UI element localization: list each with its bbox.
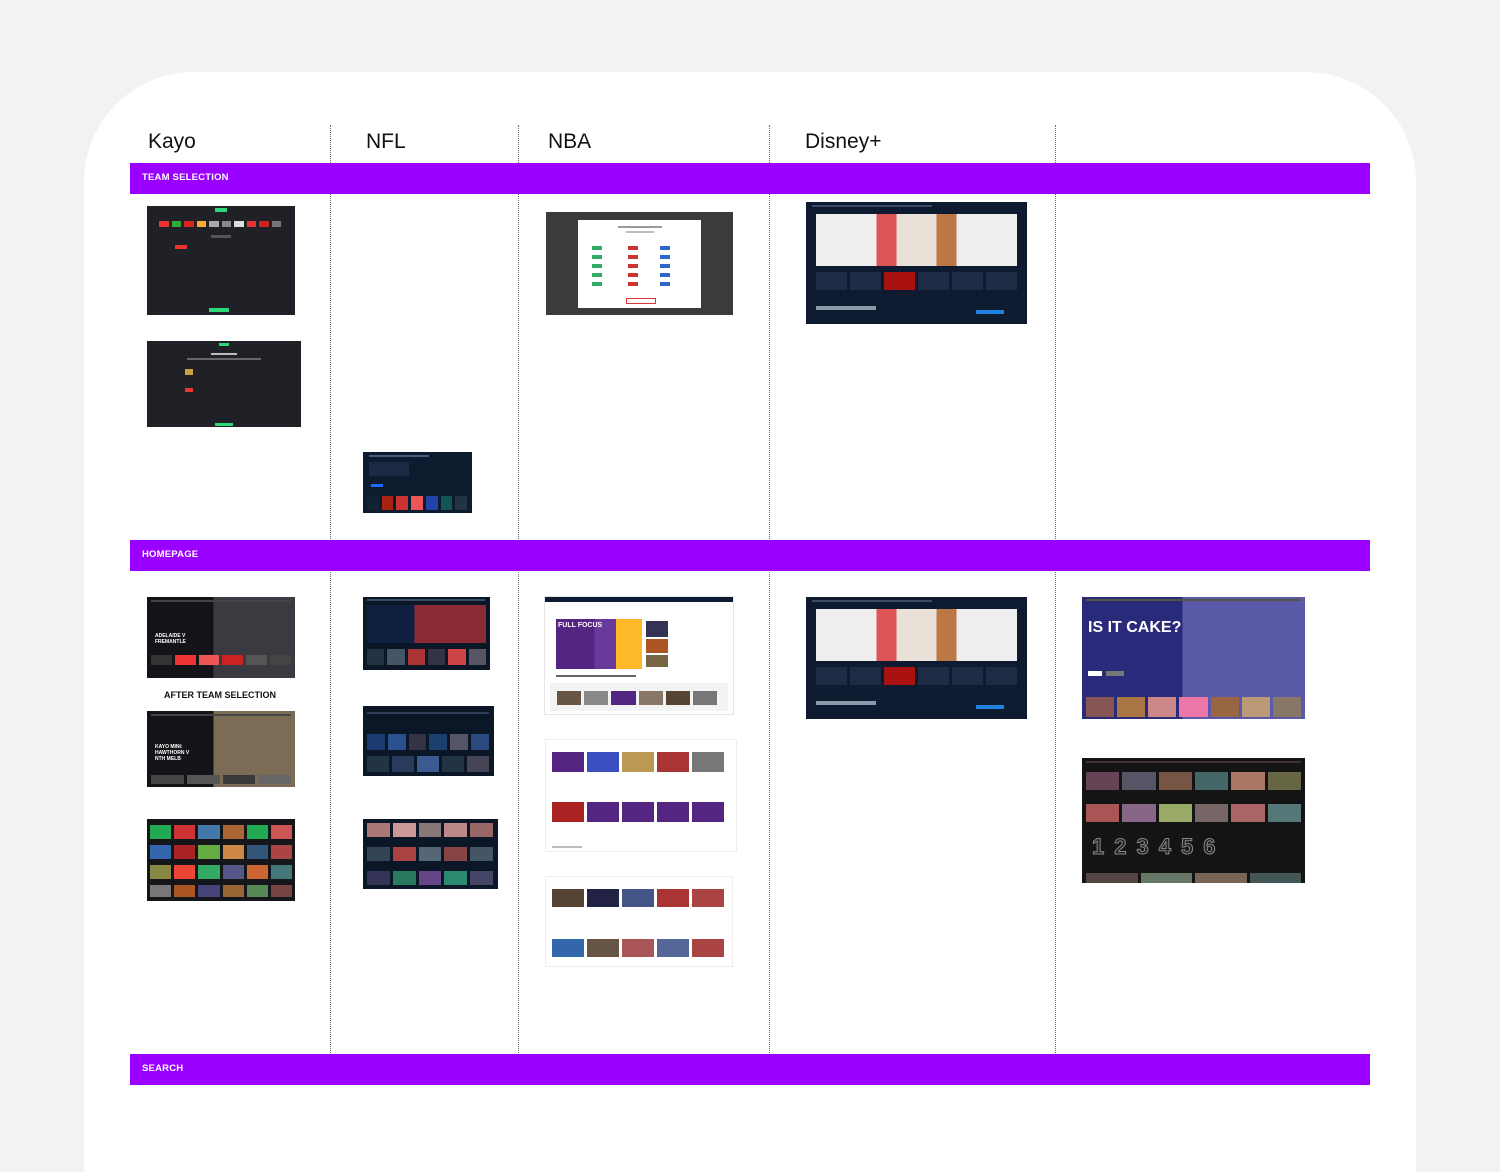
team-badge: [185, 388, 193, 392]
column-divider: [1055, 125, 1056, 1085]
screenshot-disney-homepage[interactable]: [806, 597, 1027, 719]
nba-nav: [545, 597, 733, 602]
top10-number: 4: [1158, 834, 1171, 860]
screenshot-nfl-rails[interactable]: [363, 706, 494, 776]
hero-feature: FULL FOCUS: [556, 619, 642, 669]
rail: [1086, 697, 1301, 717]
screenshot-nba-team-modal[interactable]: [546, 212, 733, 315]
sharing-text: [816, 306, 876, 310]
screenshot-nba-homepage[interactable]: FULL FOCUS: [545, 597, 733, 714]
top10-number: 1: [1091, 834, 1105, 860]
section-band-team-selection[interactable]: TEAM SELECTION: [130, 163, 1370, 194]
content-tiles: [151, 775, 291, 784]
section-band-homepage[interactable]: HOMEPAGE: [130, 540, 1370, 571]
section-label: TEAM SELECTION: [142, 172, 229, 183]
hero-title: IS IT CAKE?: [1088, 619, 1182, 636]
rail: [367, 734, 489, 750]
screenshot-netflix-homepage[interactable]: IS IT CAKE?: [1082, 597, 1305, 719]
rail: [150, 865, 293, 879]
rail: [367, 847, 493, 861]
screenshot-nfl-grid[interactable]: [363, 819, 498, 889]
brand-tiles: [816, 667, 1017, 685]
content-tiles: [367, 649, 486, 665]
hero-title: FULL FOCUS: [558, 622, 603, 629]
screenshot-netflix-rails[interactable]: 1 2 3 4 5 6: [1082, 758, 1305, 883]
top10-numbers: 1 2 3 4 5 6: [1091, 834, 1216, 860]
more-info-button[interactable]: [1106, 671, 1124, 676]
sharing-text: [816, 701, 876, 705]
screenshot-kayo-homepage[interactable]: ADELAIDE V FREMANTLE: [147, 597, 295, 678]
rail: [367, 756, 489, 772]
select-done-button[interactable]: [626, 298, 656, 304]
rail: [150, 885, 293, 897]
hero-title: KAYO MINI: HAWTHORN V NTH MELB: [155, 744, 190, 762]
screenshot-disney-landing[interactable]: [806, 202, 1027, 324]
selected-team: [175, 245, 187, 249]
rail: [552, 752, 724, 772]
kayo-logo: [215, 208, 227, 212]
video-tiles: [557, 691, 718, 705]
top10-number: 3: [1136, 834, 1149, 860]
rail: [1086, 804, 1301, 822]
rail: [552, 889, 724, 907]
hero-banner: [367, 605, 486, 643]
rail: [552, 939, 724, 957]
screenshot-nba-videos[interactable]: [546, 877, 732, 966]
rail: [1086, 873, 1301, 883]
column-divider: [518, 125, 519, 1085]
team-logo-row: [159, 221, 281, 227]
rail: [150, 845, 293, 859]
team-badge: [185, 369, 193, 375]
play-button[interactable]: [1088, 671, 1102, 676]
brand-tiles: [816, 272, 1017, 290]
continue-button[interactable]: [215, 423, 233, 426]
section-band-search[interactable]: SEARCH: [130, 1054, 1370, 1085]
screenshot-kayo-after-selection[interactable]: KAYO MINI: HAWTHORN V NTH MELB: [147, 711, 295, 787]
screenshot-nfl-homepage[interactable]: [363, 597, 490, 670]
column-title-disney: Disney+: [805, 130, 882, 153]
hero-banner: [816, 214, 1017, 266]
column-title-kayo: Kayo: [148, 130, 196, 153]
hero-title: ADELAIDE V FREMANTLE: [155, 633, 186, 645]
team-modal: [578, 220, 701, 308]
screenshot-nfl-team-select[interactable]: [363, 452, 472, 513]
rail: [1086, 772, 1301, 790]
column-divider: [330, 125, 331, 1085]
kayo-logo: [219, 343, 229, 346]
match-tiles: [151, 655, 291, 665]
rail: [367, 823, 493, 837]
cta-button[interactable]: [976, 310, 1004, 314]
rail: [367, 871, 493, 885]
screenshot-nba-rails[interactable]: [546, 740, 736, 851]
hero-banner: [816, 609, 1017, 661]
top10-number: 6: [1203, 834, 1216, 860]
column-divider: [769, 125, 770, 1085]
screenshot-kayo-team-select[interactable]: [147, 206, 295, 315]
section-label: SEARCH: [142, 1063, 184, 1074]
sublabel-after-team-selection: AFTER TEAM SELECTION: [164, 690, 276, 700]
screenshot-kayo-thanks[interactable]: [147, 341, 301, 427]
top10-number: 5: [1180, 834, 1194, 860]
skip-link: [211, 235, 231, 238]
column-title-nfl: NFL: [366, 130, 406, 153]
continue-button[interactable]: [209, 308, 229, 312]
cta-button[interactable]: [976, 705, 1004, 709]
section-label: HOMEPAGE: [142, 549, 199, 560]
top10-number: 2: [1114, 834, 1127, 860]
column-title-nba: NBA: [548, 130, 592, 153]
screenshot-kayo-rails[interactable]: [147, 819, 295, 901]
rail: [552, 802, 724, 822]
team-tiles: [367, 496, 468, 510]
rail: [150, 825, 293, 839]
